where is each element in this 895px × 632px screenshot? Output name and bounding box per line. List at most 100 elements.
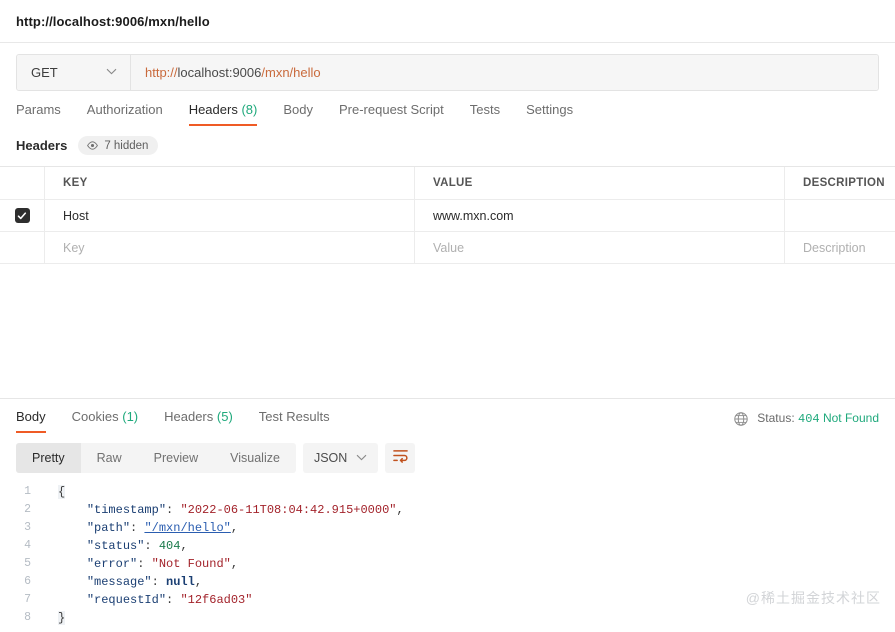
view-raw-label: Raw (96, 451, 122, 465)
wrap-lines-icon (392, 448, 409, 468)
response-tab-headers[interactable]: Headers (5) (151, 409, 246, 433)
row-checkbox-cell (0, 200, 45, 231)
chevron-down-icon (106, 68, 117, 78)
tab-headers-count: (8) (241, 102, 258, 117)
response-tab-headers-label: Headers (164, 409, 214, 424)
tab-pre-request-script-label: Pre-request Script (338, 102, 444, 117)
placeholder-checkbox-cell (0, 232, 45, 263)
tab-tests[interactable]: Tests (457, 102, 513, 126)
status-phrase: Not Found (822, 411, 879, 425)
eye-icon (86, 139, 99, 152)
table-row: Host www.mxn.com (0, 200, 895, 232)
response-format-select[interactable]: JSON (302, 443, 379, 473)
code-line: 3 "path": "/mxn/hello", (0, 519, 895, 537)
new-description-input[interactable]: Description (785, 232, 895, 263)
code-line: 8 } (0, 609, 895, 627)
view-visualize-button[interactable]: Visualize (214, 443, 296, 473)
table-row-placeholder: Key Value Description (0, 232, 895, 264)
wrap-lines-button[interactable] (385, 443, 416, 473)
response-tab-cookies-label: Cookies (71, 409, 119, 424)
response-format-label: JSON (313, 451, 348, 465)
response-tab-body[interactable]: Body (16, 409, 59, 433)
tab-settings-label: Settings (526, 102, 574, 117)
response-tabs-bar: Body Cookies (1) Headers (5) Test Result… (0, 399, 895, 433)
chevron-down-icon (356, 453, 367, 464)
tab-headers-label: Headers (188, 102, 238, 117)
tab-authorization-label: Authorization (86, 102, 163, 117)
request-tab-bar: http://localhost:9006/mxn/hello (0, 0, 895, 43)
response-pane: Body Cookies (1) Headers (5) Test Result… (0, 399, 895, 632)
json-value-link[interactable]: "/mxn/hello" (144, 521, 230, 535)
json-value-null: null (166, 575, 195, 589)
tab-pre-request-script[interactable]: Pre-request Script (326, 102, 457, 126)
line-number: 5 (24, 557, 31, 570)
view-raw-button[interactable]: Raw (81, 443, 138, 473)
http-method-select[interactable]: GET (17, 55, 131, 90)
json-key: "status" (86, 539, 145, 553)
url-input[interactable]: http://localhost:9006/mxn/hello (131, 55, 878, 90)
code-line-content: "error": "Not Found", (86, 557, 239, 571)
new-value-input[interactable]: Value (415, 232, 784, 263)
view-preview-button[interactable]: Preview (138, 443, 214, 473)
code-line-content: } (45, 609, 895, 627)
view-pretty-label: Pretty (32, 451, 65, 465)
line-number: 6 (24, 575, 31, 588)
code-line-content: "timestamp": "2022-06-11T08:04:42.915+00… (86, 503, 404, 517)
headers-table: KEY VALUE DESCRIPTION Host www.mxn.com K… (0, 166, 895, 264)
json-key: "message" (86, 575, 152, 589)
url-protocol: http:// (145, 65, 178, 80)
code-line-content: "path": "/mxn/hello", (86, 521, 239, 535)
response-view-switcher: Pretty Raw Preview Visualize (16, 443, 296, 473)
column-header-key: KEY (63, 177, 88, 189)
http-method-label: GET (31, 65, 58, 80)
response-tab-body-label: Body (16, 409, 46, 424)
column-header-value: VALUE (433, 177, 473, 189)
table-header-check-cell (0, 167, 45, 199)
row-description-input[interactable] (785, 200, 895, 231)
hidden-headers-label: 7 hidden (104, 139, 149, 152)
row-value-input[interactable]: www.mxn.com (415, 200, 784, 231)
url-path: /mxn/hello (261, 65, 321, 80)
tab-body[interactable]: Body (270, 102, 326, 126)
new-key-input[interactable]: Key (45, 232, 414, 263)
response-tab-headers-count: (5) (216, 409, 233, 424)
tab-params[interactable]: Params (16, 102, 74, 126)
code-line: 4 "status": 404, (0, 537, 895, 555)
json-key: "requestId" (86, 593, 167, 607)
response-tab-cookies[interactable]: Cookies (1) (59, 409, 151, 433)
code-line: 2 "timestamp": "2022-06-11T08:04:42.915+… (0, 501, 895, 519)
row-enabled-checkbox[interactable] (14, 208, 30, 223)
tab-headers[interactable]: Headers (8) (176, 102, 271, 126)
line-number: 8 (24, 611, 31, 624)
request-tabs: Params Authorization Headers (8) Body Pr… (0, 91, 895, 126)
code-line: 5 "error": "Not Found", (0, 555, 895, 573)
json-key: "timestamp" (86, 503, 167, 517)
response-body-toolbar: Pretty Raw Preview Visualize JSON (0, 433, 895, 473)
view-visualize-label: Visualize (230, 451, 280, 465)
tab-body-label: Body (283, 102, 313, 117)
response-tab-test-results-label: Test Results (258, 409, 330, 424)
json-key: "path" (86, 521, 131, 535)
tab-params-label: Params (16, 102, 61, 117)
column-header-description: DESCRIPTION (803, 177, 885, 189)
tab-authorization[interactable]: Authorization (74, 102, 176, 126)
hidden-headers-toggle[interactable]: 7 hidden (78, 136, 159, 155)
row-key-input[interactable]: Host (45, 200, 414, 231)
tab-tests-label: Tests (469, 102, 501, 117)
headers-section-label: Headers (16, 138, 68, 153)
code-line-content: { (45, 483, 895, 501)
line-number: 3 (24, 521, 31, 534)
line-number: 4 (24, 539, 31, 552)
code-line-content: "status": 404, (86, 539, 188, 553)
tab-settings[interactable]: Settings (513, 102, 586, 126)
line-number: 2 (24, 503, 31, 516)
status-code: 404 (798, 412, 820, 426)
postman-window: http://localhost:9006/mxn/hello GET http… (0, 0, 895, 632)
response-tab-cookies-count: (1) (122, 409, 139, 424)
response-tab-test-results[interactable]: Test Results (246, 409, 343, 433)
view-pretty-button[interactable]: Pretty (16, 443, 81, 473)
json-key: "error" (86, 557, 138, 571)
line-number: 7 (24, 593, 31, 606)
status-prefix: Status: (757, 411, 795, 425)
view-preview-label: Preview (153, 451, 199, 465)
